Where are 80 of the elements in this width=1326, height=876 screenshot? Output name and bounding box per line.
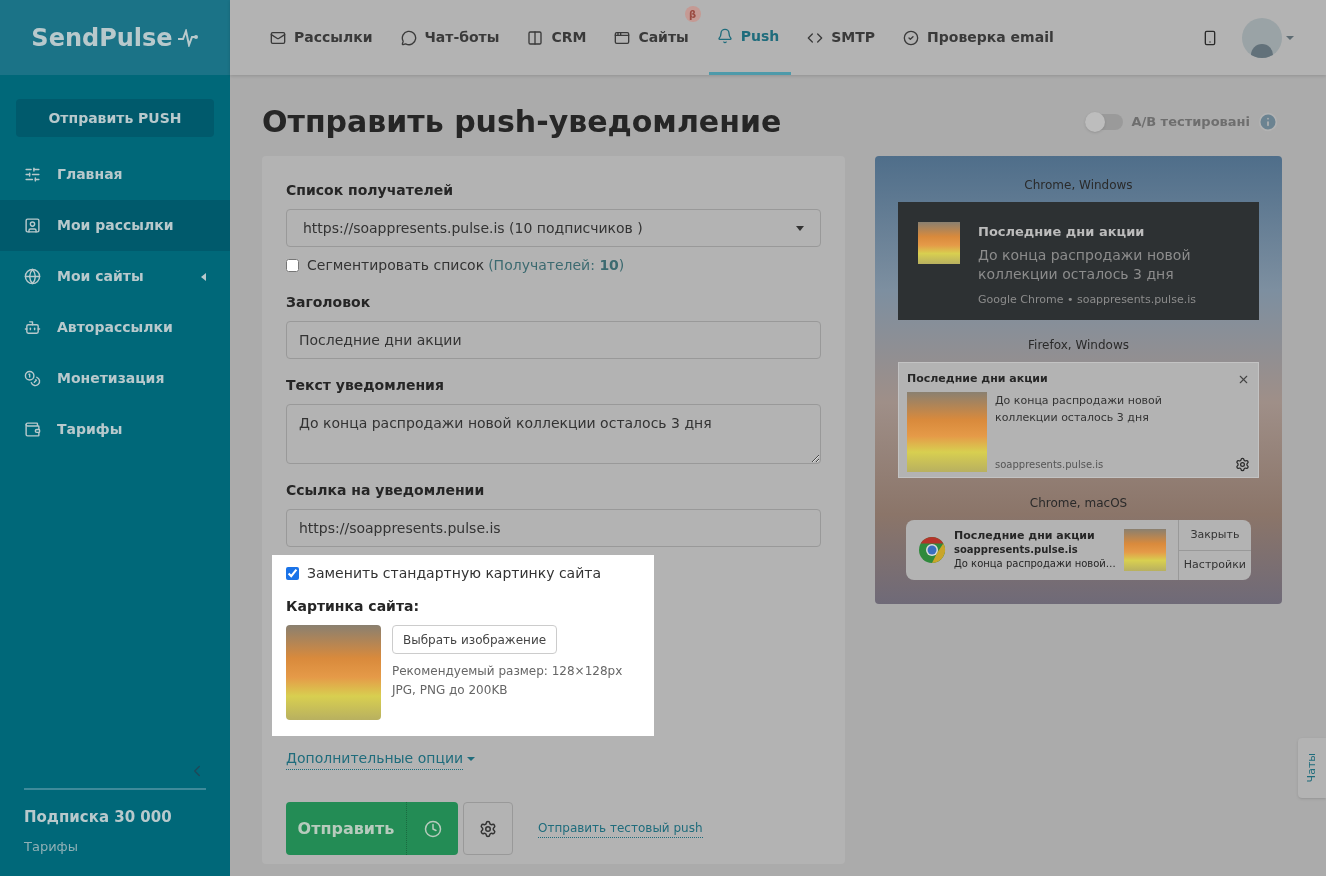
title-input[interactable]: Последние дни акции [286,321,821,359]
notification-title: Последние дни акции [978,223,1146,241]
settings-button[interactable] [463,802,513,855]
notification-body: До конца распродажи новой… [954,557,1116,571]
wallet-icon [24,421,41,438]
page-title: Отправить push-уведомление [262,103,782,141]
preview-caption: Firefox, Windows [1028,337,1129,354]
bell-icon [716,28,733,44]
chat-bubble-icon [400,29,417,46]
caret-icon [467,757,476,761]
settings-icon[interactable] [1235,456,1250,472]
phone-icon[interactable] [1202,29,1218,46]
send-button[interactable]: Отправить [286,802,458,855]
globe-icon [24,268,41,285]
checkbox-label: Сегментировать список [307,256,485,275]
gear-icon [479,819,497,838]
field-label: Ссылка на уведомлении [286,481,486,500]
chats-tab[interactable]: Чаты [1298,738,1326,798]
field-label: Список получателей [286,181,454,200]
ab-test-toggle[interactable] [1085,113,1124,130]
clock-icon[interactable] [423,819,442,838]
hint-text: JPG, PNG до 200KB [392,682,509,699]
field-label: Заголовок [286,293,372,312]
field-label: Текст уведомления [286,376,445,395]
preview-caption: Chrome, macOS [1029,495,1128,512]
nav-tab[interactable]: CRM [519,0,599,75]
hint-text: Рекомендуемый размер: 128×128px [392,663,623,680]
notification-title: Последние дни акции [954,529,1096,543]
sliders-icon [24,166,41,183]
coins-icon [24,370,41,387]
notification-source: Google Chrome • soappresents.pulse.is [978,291,1197,308]
sidebar-item[interactable]: Мои рассылки [0,200,230,251]
user-card-icon [24,217,41,234]
notification-button[interactable]: Закрыть [1178,520,1251,550]
pulse-icon [176,28,199,47]
link-input[interactable]: https://soappresents.pulse.is [286,509,821,547]
photo-placeholder [1123,529,1166,571]
robot-icon [24,319,41,336]
test-push-link[interactable]: Отправить тестовый push [538,819,703,838]
columns-icon [527,29,544,46]
caret-icon [1286,35,1294,40]
text-area[interactable]: До конца распродажи новой коллекции осталось 3 дня [286,404,821,464]
ab-test-label: A/B тестировані [1131,112,1250,131]
more-options-link[interactable]: Дополнительные опции [286,748,464,770]
preview-caption: Chrome, Windows [1024,177,1133,194]
avatar[interactable] [1242,17,1282,58]
recipients-select[interactable]: https://soappresents.pulse.is (10 подписчиков ) [286,209,821,247]
nav-tab[interactable]: Push [708,0,792,75]
sidebar-item[interactable]: Тарифы [0,404,230,455]
notification-body: До конца распродажи новой коллекции осталось 3 дня [978,245,1192,284]
photo-placeholder [918,222,960,264]
browser-logo-icon [918,536,946,564]
notification-title: Последние дни акции [907,371,1048,387]
segment-checkbox[interactable] [286,259,299,272]
sidebar-item[interactable]: Главная [0,149,230,200]
nav-tab[interactable]: Проверка email [895,0,1066,75]
nav-tab[interactable]: Сайты β [606,0,701,75]
recipient-count: (Получателей: 10) [488,256,625,275]
send-push-button[interactable]: Отправить PUSH [16,99,214,137]
sidebar-item[interactable]: Авторассылки [0,302,230,353]
window-icon [614,29,631,46]
choose-image-button[interactable]: Выбрать изображение [392,625,558,654]
nav-tab[interactable]: Чат-боты [392,0,512,75]
plan-name: Подписка 30 000 [24,807,173,828]
replace-image-checkbox[interactable] [286,567,299,580]
caret-icon [796,225,804,231]
beta-badge: β [684,6,701,22]
notification-body: До конца распродажи новой коллекции осталось 3 дня [995,392,1163,426]
checkbox-label: Заменить стандартную картинку сайта [307,564,602,583]
nav-tab[interactable]: Рассылки [262,0,385,75]
field-label: Картинка сайта: [286,597,421,616]
notification-site: soappresents.pulse.is [954,543,1079,557]
envelope-icon [270,29,286,46]
sidebar-item[interactable]: Мои сайты [0,251,230,302]
tariffs-link[interactable]: Тарифы [24,836,206,856]
notification-button[interactable]: Настройки [1178,549,1251,580]
notification-source: soappresents.pulse.is [995,457,1104,472]
check-circle-icon [903,29,920,46]
sidebar-item[interactable]: Монетизация [0,353,230,404]
nav-tab[interactable]: SMTP [799,0,888,75]
